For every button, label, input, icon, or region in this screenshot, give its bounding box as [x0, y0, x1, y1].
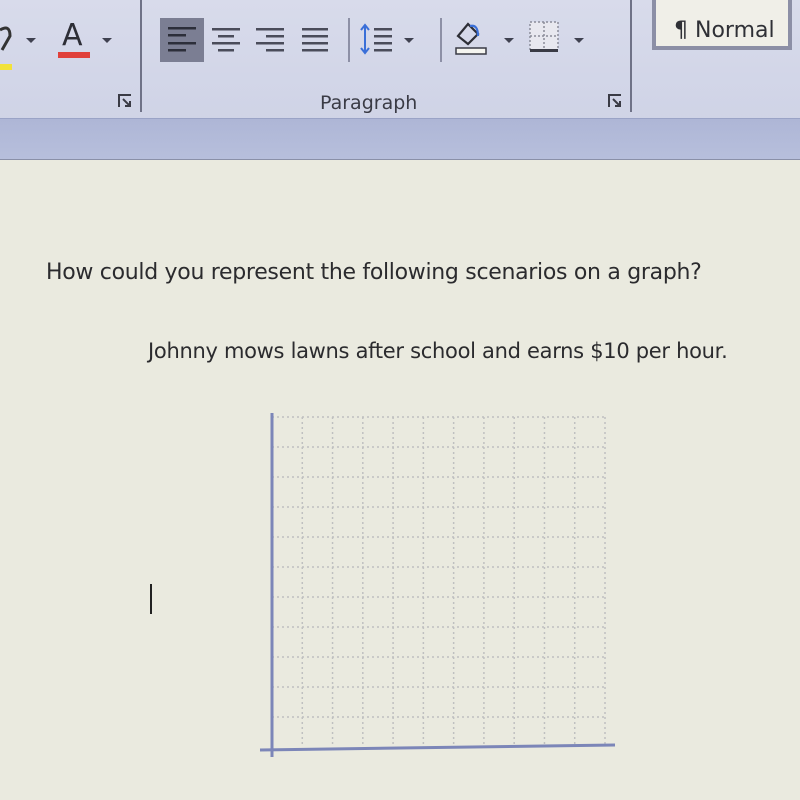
toolbar-separator: [440, 18, 442, 62]
question-text: How could you represent the following sc…: [46, 260, 702, 285]
ribbon-bottom-band: [0, 118, 800, 161]
line-spacing-button[interactable]: [358, 18, 428, 62]
style-normal[interactable]: ¶ Normal: [652, 0, 792, 50]
dialog-launcher-icon: [118, 94, 131, 107]
justify-button[interactable]: [294, 18, 338, 62]
style-normal-label: ¶ Normal: [674, 18, 775, 43]
borders-icon: [529, 21, 559, 52]
x-axis: [259, 743, 616, 752]
paint-bucket-icon: [455, 22, 487, 55]
dialog-launcher-icon: [608, 94, 621, 107]
font-dialog-launcher[interactable]: [118, 94, 132, 108]
borders-dropdown-caret[interactable]: [574, 38, 584, 43]
borders-button[interactable]: [526, 16, 596, 60]
shading-dropdown-caret[interactable]: [504, 38, 514, 43]
center-button[interactable]: [206, 18, 250, 62]
font-color-dropdown-caret[interactable]: [102, 38, 112, 43]
paragraph-group-label: Paragraph: [320, 92, 418, 114]
align-left-button[interactable]: [160, 18, 204, 62]
group-divider: [630, 0, 632, 112]
toolbar-separator: [348, 18, 350, 62]
line-spacing-icon: [360, 23, 392, 55]
font-color-button[interactable]: A: [56, 18, 92, 62]
font-color-swatch: [58, 52, 90, 58]
ribbon: A Paragraph ¶ Normal: [0, 0, 800, 122]
scenario-text: Johnny mows lawns after school and earns…: [148, 339, 728, 363]
group-divider: [140, 0, 142, 112]
align-left-icon: [168, 27, 196, 52]
line-spacing-dropdown-caret[interactable]: [404, 38, 414, 43]
highlight-dropdown-caret[interactable]: [26, 38, 36, 43]
highlight-color-swatch: [0, 64, 12, 70]
font-color-glyph: A: [62, 18, 83, 53]
blank-graph: [259, 413, 616, 757]
text-cursor: [150, 584, 152, 614]
align-right-icon: [256, 28, 284, 52]
align-center-icon: [212, 28, 240, 52]
paragraph-dialog-launcher[interactable]: [608, 94, 622, 108]
graph-grid: [272, 416, 606, 747]
shading-button[interactable]: [452, 16, 522, 60]
align-right-button[interactable]: [250, 18, 294, 62]
document-page[interactable]: How could you represent the following sc…: [0, 160, 800, 800]
justify-icon: [302, 28, 328, 52]
